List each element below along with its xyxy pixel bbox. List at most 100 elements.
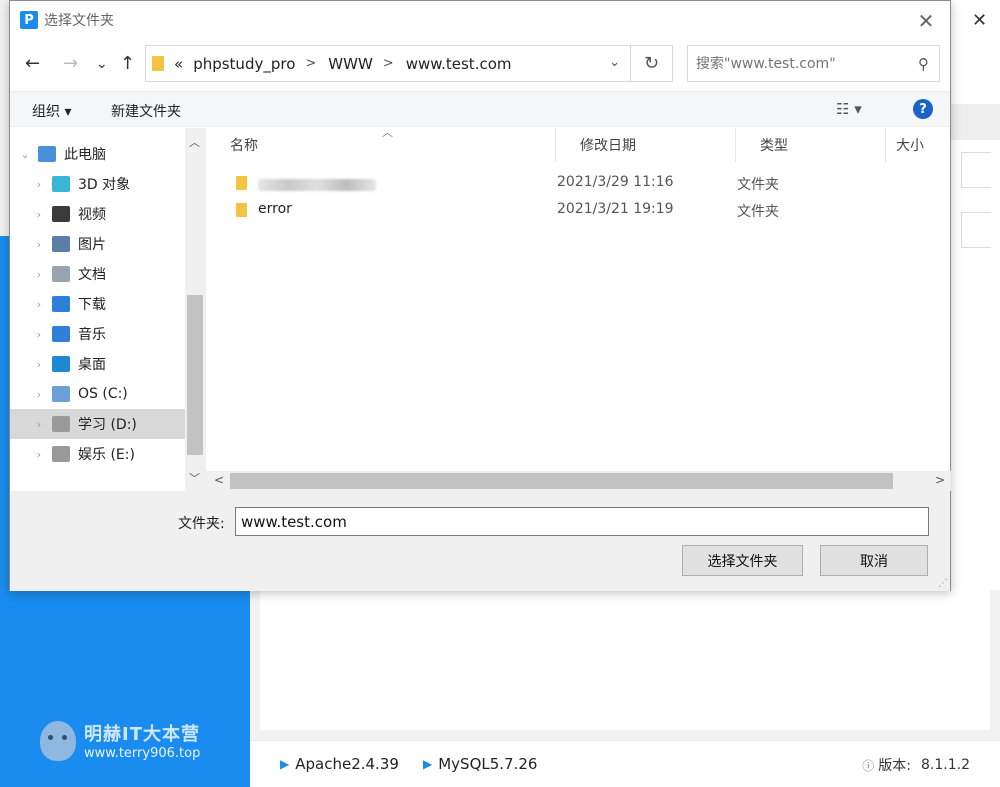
resize-grip-icon[interactable]: ⋰: [938, 578, 948, 589]
column-header-type[interactable]: 类型: [736, 128, 886, 162]
title-bar: P 选择文件夹 ✕: [10, 1, 950, 39]
service-label: Apache2.4.39: [295, 755, 399, 773]
video-icon: [52, 206, 70, 222]
refresh-icon[interactable]: ↻: [631, 45, 673, 82]
chevron-right-icon[interactable]: ›: [32, 208, 46, 221]
scrollbar-thumb[interactable]: [230, 473, 893, 489]
navigation-scrollbar[interactable]: ︿ ﹀: [185, 128, 205, 491]
breadcrumb-item[interactable]: WWW: [328, 55, 373, 73]
folder-icon: [236, 203, 247, 217]
close-icon[interactable]: ✕: [914, 9, 938, 33]
chevron-right-icon[interactable]: ›: [32, 178, 46, 191]
chevron-right-icon[interactable]: ›: [32, 328, 46, 341]
version-info: ⓘ 版本: 8.1.1.2: [862, 755, 970, 775]
background-row: [961, 212, 991, 248]
recent-locations-icon[interactable]: ⌄: [96, 56, 108, 72]
file-type: 文件夹: [737, 204, 779, 220]
search-input[interactable]: [696, 55, 896, 72]
folder-icon: [236, 176, 247, 190]
scrollbar-thumb[interactable]: [187, 295, 203, 455]
chevron-right-icon[interactable]: ›: [32, 448, 46, 461]
chevron-right-icon[interactable]: ›: [32, 298, 46, 311]
horizontal-scrollbar[interactable]: < >: [206, 471, 951, 491]
file-row[interactable]: error 2021/3/21 19:19 文件夹: [206, 197, 941, 224]
address-bar[interactable]: « phpstudy_pro > WWW > www.test.com ⌄: [145, 45, 631, 82]
tree-item[interactable]: › OS (C:): [10, 379, 185, 409]
folder-label: 文件夹:: [178, 516, 225, 532]
file-row[interactable]: 2021/3/29 11:16 文件夹: [206, 170, 941, 197]
watermark-title: 明赫IT大本营: [84, 724, 200, 745]
folder-icon: [152, 56, 164, 71]
column-header-name[interactable]: 名称: [206, 128, 556, 162]
chevron-right-icon[interactable]: ›: [32, 358, 46, 371]
tree-item[interactable]: › 娱乐 (E:): [10, 439, 185, 469]
help-icon[interactable]: ?: [913, 99, 933, 119]
modified-date: 2021/3/21 19:19: [557, 201, 674, 217]
tree-item[interactable]: › 3D 对象: [10, 169, 185, 199]
tree-item[interactable]: › 图片: [10, 229, 185, 259]
tree-item-label: 桌面: [78, 357, 106, 373]
drive-icon: [52, 416, 70, 432]
windows-drive-icon: [52, 386, 70, 402]
tree-item-label: 学习 (D:): [78, 417, 137, 433]
new-folder-button[interactable]: 新建文件夹: [111, 101, 181, 121]
chevron-right-icon[interactable]: >: [383, 56, 394, 71]
up-arrow-icon[interactable]: ↑: [120, 53, 135, 74]
breadcrumb-item[interactable]: phpstudy_pro: [193, 55, 295, 73]
tree-item-label: 视频: [78, 207, 106, 223]
column-header-date[interactable]: 修改日期: [556, 128, 736, 162]
view-options-icon[interactable]: ☷ ▾: [836, 100, 862, 118]
select-folder-dialog: P 选择文件夹 ✕ ← → ⌄ ↑ « phpstudy_pro > WWW >…: [9, 0, 951, 591]
forward-arrow-icon[interactable]: →: [63, 53, 78, 74]
tree-item-label: 此电脑: [64, 147, 106, 163]
scroll-right-icon[interactable]: >: [935, 473, 945, 487]
service-mysql[interactable]: ▶ MySQL5.7.26: [423, 755, 537, 773]
tree-item-label: OS (C:): [78, 386, 128, 402]
search-box[interactable]: ⚲: [687, 45, 940, 82]
dialog-footer: 文件夹: 选择文件夹 取消 ⋰: [10, 491, 950, 591]
back-arrow-icon[interactable]: ←: [25, 53, 40, 74]
chevron-down-icon[interactable]: ⌄: [18, 148, 32, 161]
chevron-right-icon[interactable]: ›: [32, 268, 46, 281]
watermark-url: www.terry906.top: [84, 746, 201, 761]
version-label: 版本:: [878, 758, 912, 774]
tree-item[interactable]: › 音乐: [10, 319, 185, 349]
folder-name-input[interactable]: [235, 507, 929, 536]
file-type: 文件夹: [737, 177, 779, 193]
scroll-up-icon[interactable]: ︿: [189, 134, 200, 150]
chevron-right-icon[interactable]: ›: [32, 388, 46, 401]
documents-icon: [52, 266, 70, 282]
watermark: 明赫IT大本营 www.terry906.top: [40, 720, 200, 761]
tree-item[interactable]: ⌄ 此电脑: [10, 139, 185, 169]
computer-icon: [38, 146, 56, 162]
desktop-icon: [52, 356, 70, 372]
modified-date: 2021/3/29 11:16: [557, 174, 674, 190]
tree-item[interactable]: › 下载: [10, 289, 185, 319]
breadcrumb-overflow[interactable]: «: [174, 55, 183, 73]
tree-item[interactable]: › 文档: [10, 259, 185, 289]
service-apache[interactable]: ▶ Apache2.4.39: [280, 755, 399, 773]
tree-item-label: 音乐: [78, 327, 106, 343]
search-icon[interactable]: ⚲: [918, 55, 929, 73]
column-header-size[interactable]: 大小: [886, 128, 951, 162]
tree-item[interactable]: › 视频: [10, 199, 185, 229]
play-icon: ▶: [423, 757, 433, 771]
scroll-down-icon[interactable]: ﹀: [189, 470, 200, 486]
service-label: MySQL5.7.26: [438, 755, 538, 773]
tree-item[interactable]: › 学习 (D:): [10, 409, 185, 439]
background-band: [951, 104, 1000, 140]
tree-item-label: 3D 对象: [78, 177, 131, 193]
cancel-button[interactable]: 取消: [820, 545, 928, 576]
chevron-right-icon[interactable]: ›: [32, 418, 46, 431]
pictures-icon: [52, 236, 70, 252]
tree-item[interactable]: › 桌面: [10, 349, 185, 379]
select-folder-button[interactable]: 选择文件夹: [682, 545, 803, 576]
background-close-icon[interactable]: ✕: [972, 10, 987, 31]
scroll-left-icon[interactable]: <: [214, 473, 224, 487]
tree-item-label: 图片: [78, 237, 106, 253]
chevron-right-icon[interactable]: ›: [32, 238, 46, 251]
chevron-down-icon[interactable]: ⌄: [609, 55, 620, 70]
breadcrumb-item[interactable]: www.test.com: [406, 55, 512, 73]
organize-menu[interactable]: 组织 ▾: [32, 101, 71, 121]
chevron-right-icon[interactable]: >: [305, 56, 316, 71]
